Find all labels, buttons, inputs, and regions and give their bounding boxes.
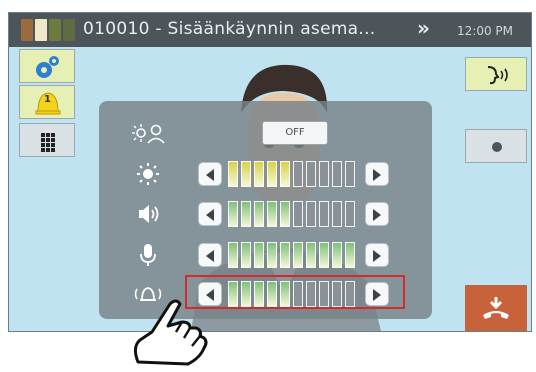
- triangle-left-icon: [206, 209, 214, 221]
- triangle-left-icon: [206, 169, 214, 181]
- hang-up-icon: [483, 297, 509, 319]
- increase-button[interactable]: [365, 202, 389, 226]
- intercom-screen: 010010 - Sisäänkäynnin asema... » 12:00 …: [8, 12, 532, 332]
- level-segment: [254, 201, 264, 227]
- level-segment: [267, 161, 277, 187]
- decrease-button[interactable]: [198, 202, 222, 226]
- microphone-icon: [140, 244, 156, 266]
- level-segment: [241, 161, 251, 187]
- sun-icon: [137, 163, 159, 185]
- record-icon: [492, 142, 502, 152]
- triangle-right-icon: [373, 169, 381, 181]
- level-segment: [306, 161, 316, 187]
- increase-button[interactable]: [365, 243, 389, 267]
- level-segment: [332, 201, 342, 227]
- microphone-volume-slider[interactable]: [190, 242, 400, 268]
- decrease-button[interactable]: [198, 243, 222, 267]
- level-segment: [306, 201, 316, 227]
- level-segment: [254, 161, 264, 187]
- keypad-icon: [41, 133, 55, 152]
- level-segment: [319, 161, 329, 187]
- backlight-person-icon: [132, 124, 165, 144]
- notification-badge: 1: [44, 94, 51, 105]
- level-segment: [228, 201, 238, 227]
- level-segment: [267, 242, 277, 268]
- brightness-slider[interactable]: [190, 161, 400, 187]
- pointing-hand-icon: [133, 299, 208, 366]
- settings-button[interactable]: [19, 49, 75, 83]
- level-segment: [319, 242, 329, 268]
- notification-button[interactable]: 1: [19, 85, 75, 119]
- level-segment: [293, 161, 303, 187]
- speaking-head-icon: [487, 66, 508, 85]
- keypad-button[interactable]: [19, 123, 75, 157]
- talk-button[interactable]: [465, 57, 527, 91]
- level-segment: [267, 201, 277, 227]
- gear-icon: [36, 56, 59, 78]
- hang-up-button[interactable]: [465, 285, 527, 331]
- increase-button[interactable]: [365, 162, 389, 186]
- speaker-volume-slider[interactable]: [190, 201, 400, 227]
- level-segment: [345, 161, 355, 187]
- level-segment: [319, 201, 329, 227]
- title-bar: 010010 - Sisäänkäynnin asema... » 12:00 …: [9, 13, 531, 47]
- level-segment: [228, 242, 238, 268]
- level-segment: [293, 201, 303, 227]
- level-segment: [332, 161, 342, 187]
- decrease-button[interactable]: [198, 162, 222, 186]
- level-segment: [280, 161, 290, 187]
- level-segment: [228, 161, 238, 187]
- level-segment: [241, 201, 251, 227]
- station-title: 010010 - Sisäänkäynnin asema...: [83, 19, 376, 39]
- level-segment: [293, 242, 303, 268]
- record-button[interactable]: [465, 129, 527, 163]
- level-segment: [241, 242, 251, 268]
- signal-bars-icon: [21, 19, 77, 41]
- triangle-left-icon: [206, 250, 214, 262]
- level-segment: [280, 242, 290, 268]
- level-segment: [332, 242, 342, 268]
- level-segment: [345, 242, 355, 268]
- clock: 12:00 PM: [457, 24, 513, 38]
- level-segment: [254, 242, 264, 268]
- level-segment: [345, 201, 355, 227]
- expand-chevrons-icon[interactable]: »: [417, 16, 430, 40]
- level-segment: [306, 242, 316, 268]
- triangle-right-icon: [373, 250, 381, 262]
- level-segment: [280, 201, 290, 227]
- backlight-toggle-button[interactable]: OFF: [262, 121, 328, 145]
- triangle-right-icon: [373, 209, 381, 221]
- speaker-icon: [139, 205, 159, 223]
